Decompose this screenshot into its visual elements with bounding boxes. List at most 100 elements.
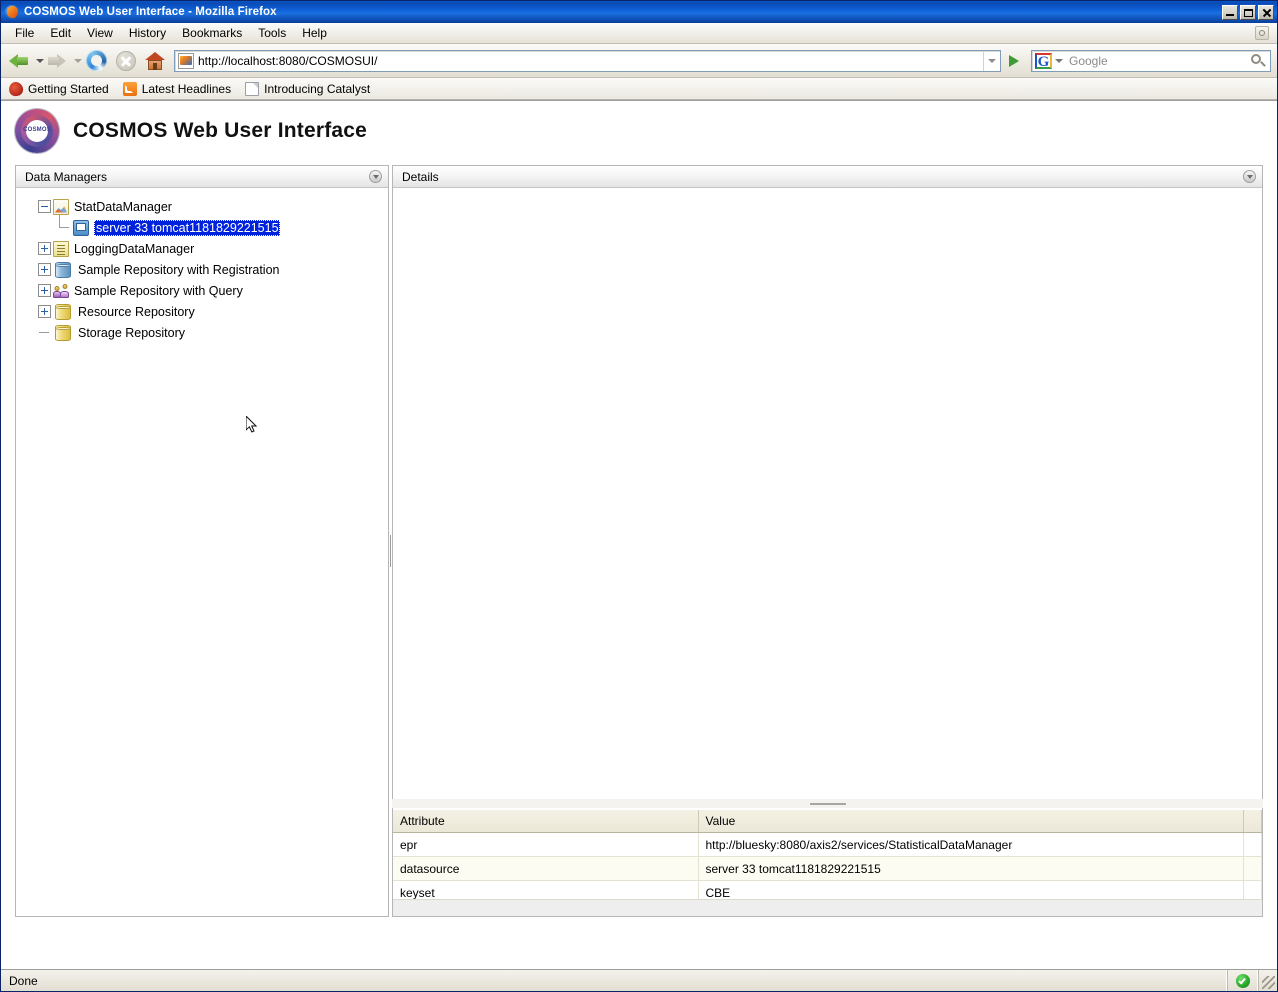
- reload-button[interactable]: [83, 47, 111, 75]
- menu-help[interactable]: Help: [294, 24, 335, 42]
- forward-history-caret-icon[interactable]: [72, 48, 82, 74]
- chevron-down-circle-icon[interactable]: [369, 170, 382, 183]
- security-status[interactable]: [1228, 970, 1259, 991]
- tree-node-resource-repository[interactable]: Resource Repository: [16, 301, 388, 322]
- column-header-attribute[interactable]: Attribute: [393, 810, 699, 833]
- database-blue-icon: [55, 261, 71, 278]
- menu-bar: File Edit View History Bookmarks Tools H…: [1, 23, 1277, 44]
- bookmark-label: Latest Headlines: [141, 81, 232, 96]
- data-managers-tree: StatDataManager server 33 tomcat11818292…: [16, 188, 388, 343]
- column-header-spacer: [1243, 810, 1262, 833]
- expander-plus-icon[interactable]: [38, 305, 51, 318]
- cell-attribute: datasource: [393, 856, 699, 881]
- stop-button[interactable]: [112, 47, 140, 75]
- tree-node-server-33[interactable]: server 33 tomcat1181829221515: [16, 215, 388, 238]
- table-row[interactable]: epr http://bluesky:8080/axis2/services/S…: [393, 832, 1262, 857]
- menu-tools[interactable]: Tools: [250, 24, 294, 42]
- search-engine-caret-icon[interactable]: [1053, 51, 1065, 71]
- cell-value: server 33 tomcat1181829221515: [698, 856, 1244, 881]
- expander-plus-icon[interactable]: [38, 284, 51, 297]
- url-bar[interactable]: http://localhost:8080/COSMOSUI/: [174, 49, 1001, 72]
- tree-node-label: Sample Repository with Query: [74, 283, 243, 298]
- menu-file[interactable]: File: [7, 24, 42, 42]
- data-managers-panel: Data Managers StatDataManager server 33 …: [15, 165, 389, 917]
- expander-plus-icon[interactable]: [38, 242, 51, 255]
- table-header-row: Attribute Value: [393, 810, 1262, 833]
- details-panel-title: Details: [402, 169, 439, 184]
- bookmark-latest-headlines[interactable]: Latest Headlines: [122, 81, 232, 96]
- bookmark-label: Getting Started: [28, 81, 109, 96]
- title-bar: COSMOS Web User Interface - Mozilla Fire…: [1, 1, 1277, 23]
- tree-node-sample-repository-registration[interactable]: Sample Repository with Registration: [16, 259, 388, 280]
- maximize-button[interactable]: [1240, 4, 1256, 20]
- table-footer-strip: [393, 899, 1262, 916]
- search-input[interactable]: Google: [1065, 54, 1246, 68]
- navigation-toolbar: http://localhost:8080/COSMOSUI/ G Google: [1, 44, 1277, 78]
- search-submit-icon[interactable]: [1246, 51, 1270, 71]
- tree-node-label-selected: server 33 tomcat1181829221515: [94, 219, 280, 236]
- browser-window: COSMOS Web User Interface - Mozilla Fire…: [0, 0, 1278, 992]
- window-title: COSMOS Web User Interface - Mozilla Fire…: [24, 6, 277, 18]
- attributes-table-container: Attribute Value epr http://bluesky:8080/…: [392, 810, 1263, 917]
- favicon-icon: [178, 52, 194, 69]
- tree-elbow-icon: [58, 215, 71, 234]
- go-button[interactable]: [1002, 48, 1026, 74]
- tree-node-statdatamanager[interactable]: StatDataManager: [16, 196, 388, 217]
- bookmark-getting-started[interactable]: Getting Started: [7, 80, 109, 97]
- status-bar: Done: [1, 969, 1277, 991]
- stat-chart-icon: [53, 198, 69, 215]
- window-controls: [1222, 4, 1274, 20]
- data-managers-panel-header: Data Managers: [16, 166, 388, 188]
- tree-node-label: StatDataManager: [74, 199, 172, 214]
- back-button[interactable]: [7, 48, 33, 74]
- page-title: COSMOS Web User Interface: [73, 119, 368, 142]
- panels-container: Data Managers StatDataManager server 33 …: [15, 165, 1263, 969]
- resize-grip-icon[interactable]: [1259, 970, 1277, 991]
- url-dropdown-caret-icon[interactable]: [983, 50, 1000, 71]
- menu-edit[interactable]: Edit: [42, 24, 79, 42]
- menubar-indicator-icon[interactable]: [1255, 26, 1269, 40]
- page-content: COSMOS COSMOS Web User Interface Data Ma…: [1, 100, 1277, 969]
- forward-button[interactable]: [45, 48, 71, 74]
- firefox-icon: [4, 4, 20, 20]
- bookmark-red-icon: [7, 80, 25, 97]
- rss-icon: [122, 81, 137, 96]
- google-logo-icon: G: [1035, 52, 1052, 69]
- cell-spacer: [1243, 856, 1262, 881]
- monitor-icon: [73, 219, 89, 236]
- details-panel-header: Details: [393, 166, 1262, 188]
- status-message: Done: [1, 970, 1228, 991]
- users-icon: [53, 283, 69, 299]
- url-input[interactable]: http://localhost:8080/COSMOSUI/: [198, 54, 983, 68]
- mouse-cursor-icon: [246, 416, 258, 433]
- menu-bookmarks[interactable]: Bookmarks: [174, 24, 250, 42]
- home-button[interactable]: [141, 47, 169, 75]
- attributes-table: Attribute Value epr http://bluesky:8080/…: [393, 810, 1262, 905]
- close-button[interactable]: [1258, 4, 1274, 20]
- bookmark-label: Introducing Catalyst: [264, 81, 371, 96]
- expander-minus-icon[interactable]: [38, 200, 51, 213]
- tree-node-storage-repository[interactable]: Storage Repository: [16, 322, 388, 343]
- search-bar[interactable]: G Google: [1031, 49, 1271, 72]
- splitter-grip-icon: [390, 535, 391, 567]
- cell-attribute: epr: [393, 832, 699, 857]
- horizontal-splitter[interactable]: [392, 799, 1263, 808]
- cell-spacer: [1243, 832, 1262, 857]
- chevron-down-circle-icon[interactable]: [1243, 170, 1256, 183]
- bookmarks-toolbar: Getting Started Latest Headlines Introdu…: [1, 78, 1277, 100]
- menu-history[interactable]: History: [121, 24, 174, 42]
- column-header-value[interactable]: Value: [698, 810, 1244, 833]
- tree-node-label: Sample Repository with Registration: [78, 262, 280, 277]
- tree-node-loggingdatamanager[interactable]: LoggingDataManager: [16, 238, 388, 259]
- splitter-grip-icon: [809, 803, 846, 805]
- cosmos-logo-icon: COSMOS: [15, 109, 59, 153]
- minimize-button[interactable]: [1222, 4, 1238, 20]
- bookmark-introducing-catalyst[interactable]: Introducing Catalyst: [245, 81, 371, 96]
- table-row[interactable]: datasource server 33 tomcat1181829221515: [393, 856, 1262, 881]
- tree-node-label: LoggingDataManager: [74, 241, 195, 256]
- tree-node-sample-repository-query[interactable]: Sample Repository with Query: [16, 280, 388, 301]
- expander-plus-icon[interactable]: [38, 263, 51, 276]
- back-history-caret-icon[interactable]: [34, 48, 44, 74]
- menu-view[interactable]: View: [79, 24, 121, 42]
- cell-value: http://bluesky:8080/axis2/services/Stati…: [698, 832, 1244, 857]
